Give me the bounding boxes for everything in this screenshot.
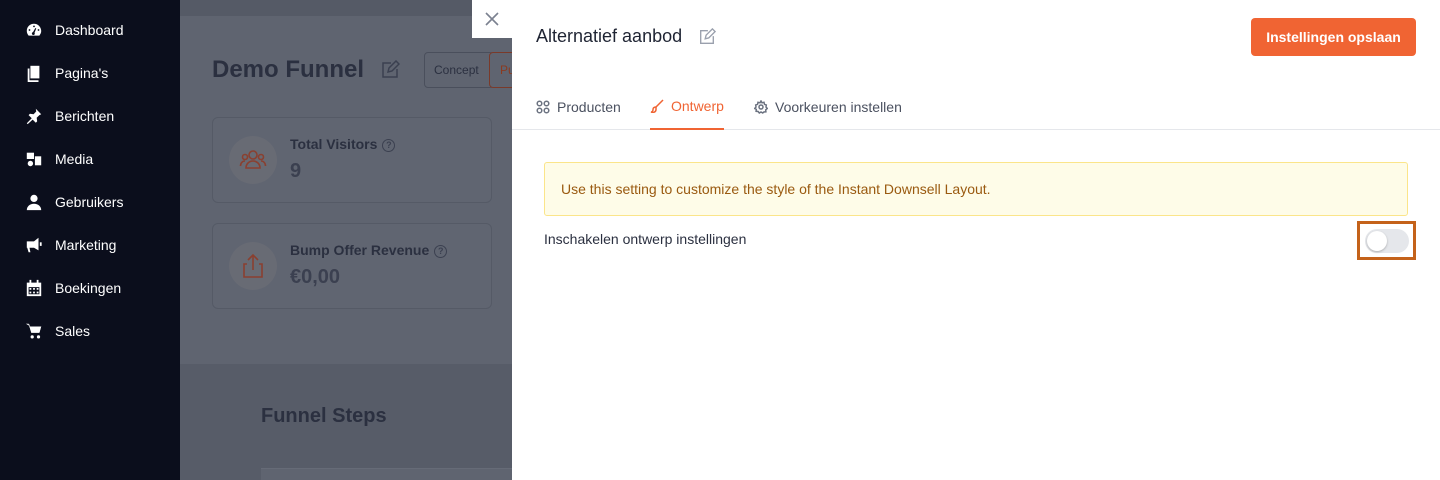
users-icon — [229, 136, 277, 184]
close-icon — [485, 12, 499, 26]
drawer-title: Alternatief aanbod — [536, 26, 683, 46]
user-icon — [24, 192, 44, 212]
sidebar-item-label: Media — [55, 150, 94, 167]
sidebar-item-users[interactable]: Gebruikers — [0, 180, 180, 223]
admin-sidebar: Dashboard Pagina's Berichten Media Gebru… — [0, 0, 180, 480]
drawer-tabs: Producten Ontwerp Voorkeuren instellen — [512, 84, 1440, 130]
design-settings-toggle-label: Inschakelen ontwerp instellingen — [544, 231, 747, 247]
sidebar-item-label: Gebruikers — [55, 193, 124, 210]
sidebar-item-bookings[interactable]: Boekingen — [0, 266, 180, 309]
megaphone-icon — [24, 235, 44, 255]
background-funnel-page: Demo Funnel Concept Pu Total Visitors? 9… — [180, 0, 512, 480]
tab-label: Producten — [557, 99, 621, 115]
sidebar-item-posts[interactable]: Berichten — [0, 94, 180, 137]
stat-label: Bump Offer Revenue — [290, 242, 430, 258]
save-settings-button[interactable]: Instellingen opslaan — [1251, 18, 1416, 56]
sidebar-item-label: Sales — [55, 322, 91, 339]
stat-label: Total Visitors — [290, 136, 378, 152]
dashboard-icon — [24, 20, 44, 40]
stat-value: 9 — [290, 160, 302, 182]
sidebar-item-pages[interactable]: Pagina's — [0, 51, 180, 94]
toggle-knob — [1366, 230, 1387, 251]
sidebar-item-sales[interactable]: Sales — [0, 309, 180, 352]
media-icon — [24, 149, 44, 169]
design-settings-toggle[interactable] — [1364, 228, 1409, 253]
tab-label: Voorkeuren instellen — [775, 99, 902, 115]
products-icon — [536, 100, 550, 114]
background-topbar — [180, 0, 512, 16]
section-title: Funnel Steps — [261, 405, 387, 427]
tab-products[interactable]: Producten — [536, 84, 621, 130]
info-notice: Use this setting to customize the style … — [544, 162, 1408, 216]
cart-icon — [24, 321, 44, 341]
edit-title-icon — [380, 59, 401, 80]
tab-preferences[interactable]: Voorkeuren instellen — [753, 84, 902, 130]
sidebar-item-media[interactable]: Media — [0, 137, 180, 180]
help-icon: ? — [434, 244, 448, 258]
pin-icon — [24, 106, 44, 126]
sidebar-item-label: Marketing — [55, 236, 117, 253]
calendar-icon — [24, 278, 44, 298]
sidebar-item-marketing[interactable]: Marketing — [0, 223, 180, 266]
design-settings-toggle-highlight[interactable] — [1357, 221, 1416, 260]
tab-label: Ontwerp — [671, 98, 724, 114]
pages-icon — [24, 63, 44, 83]
help-icon: ? — [382, 138, 396, 152]
stat-value: €0,00 — [290, 266, 341, 288]
status-published: Pu — [489, 52, 512, 88]
sidebar-item-label: Pagina's — [55, 64, 109, 81]
settings-drawer: Alternatief aanbod Instellingen opslaan … — [512, 0, 1440, 480]
status-concept: Concept — [424, 52, 494, 88]
close-drawer-button[interactable] — [472, 0, 512, 38]
stat-card-visitors: Total Visitors? 9 — [212, 117, 492, 203]
funnel-title: Demo Funnel — [212, 56, 365, 83]
tab-design[interactable]: Ontwerp — [650, 84, 724, 130]
share-icon — [229, 242, 277, 290]
gear-icon — [753, 99, 769, 114]
edit-icon[interactable] — [698, 27, 717, 46]
brush-icon — [650, 99, 664, 114]
sidebar-item-label: Boekingen — [55, 279, 122, 296]
sidebar-item-label: Berichten — [55, 107, 115, 124]
stat-card-bump-revenue: Bump Offer Revenue? €0,00 — [212, 223, 492, 309]
sidebar-item-dashboard[interactable]: Dashboard — [0, 8, 180, 51]
funnel-steps-box — [261, 468, 512, 480]
sidebar-item-label: Dashboard — [55, 21, 124, 38]
